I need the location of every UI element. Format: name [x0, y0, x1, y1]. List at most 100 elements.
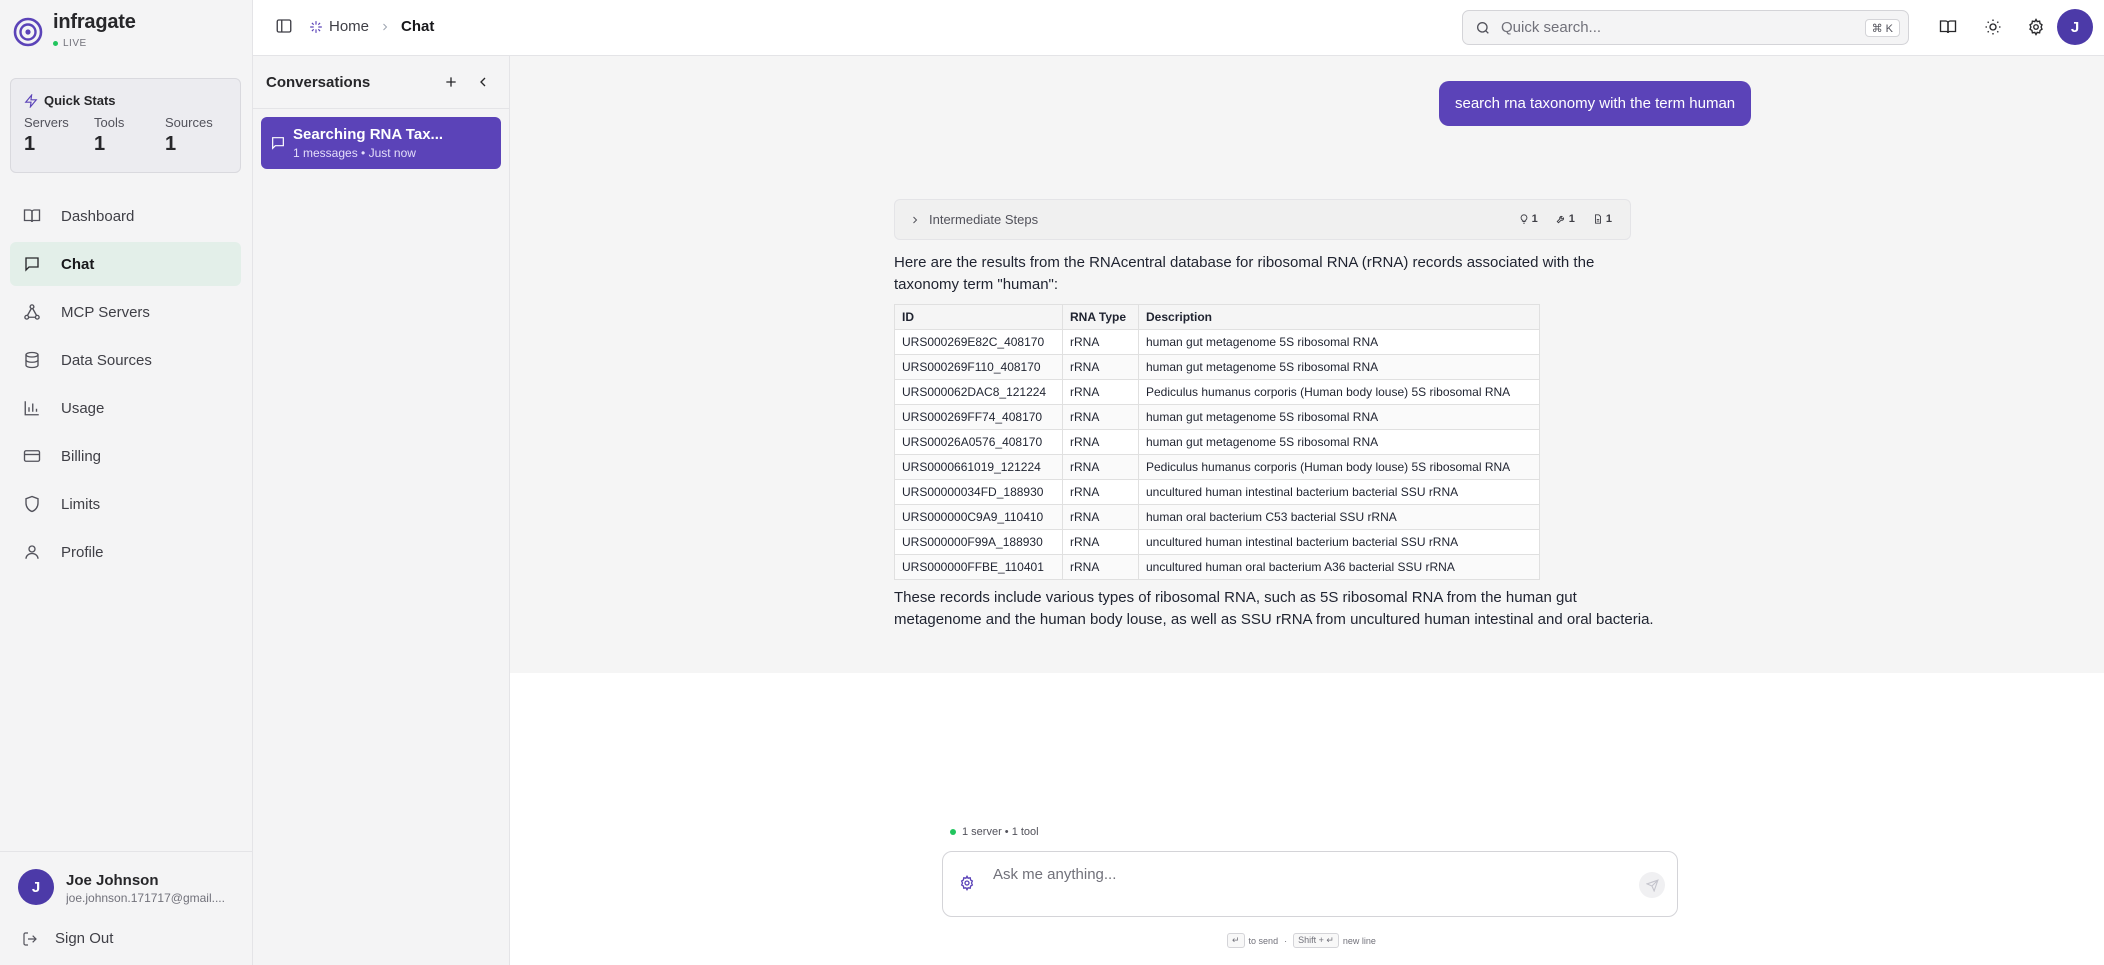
settings-button[interactable]: [2024, 15, 2048, 39]
cell-rna-type: rRNA: [1062, 354, 1139, 380]
credit-card-icon: [23, 450, 41, 462]
message-input[interactable]: [993, 866, 1593, 890]
cell-id: URS0000661019_121224: [894, 454, 1063, 480]
sidebar-item-label: Limits: [61, 495, 101, 513]
column-header-id: ID: [894, 304, 1063, 330]
assistant-intro: Here are the results from the RNAcentral…: [894, 254, 1595, 293]
conversations-panel: Conversations Searching RNA Tax... 1 mes…: [253, 56, 510, 965]
sidebar-item-data-sources[interactable]: Data Sources: [10, 338, 241, 382]
sidebar-item-label: Dashboard: [61, 207, 135, 225]
cell-id: URS000062DAC8_121224: [894, 379, 1063, 405]
cell-rna-type: rRNA: [1062, 554, 1139, 580]
badge-count: 1: [1605, 213, 1612, 225]
send-icon: [1645, 878, 1659, 892]
send-hint: to send: [1248, 935, 1279, 946]
sidebar-item-billing[interactable]: Billing: [10, 434, 241, 478]
intermediate-steps-label: Intermediate Steps: [929, 212, 1039, 227]
table-row: URS000062DAC8_121224 rRNA Pediculus huma…: [894, 379, 1540, 405]
chevron-right-icon: [913, 216, 918, 223]
cell-id: URS000000FFBE_110401: [894, 554, 1063, 580]
docs-button[interactable]: [1936, 15, 1960, 39]
newline-hint: new line: [1342, 935, 1376, 946]
cell-rna-type: rRNA: [1062, 504, 1139, 530]
composer-settings-button[interactable]: [959, 874, 975, 896]
sidebar-item-mcp-servers[interactable]: MCP Servers: [10, 290, 241, 334]
cell-id: URS00000034FD_188930: [894, 479, 1063, 505]
wrench-icon: [1556, 216, 1564, 224]
cell-rna-type: rRNA: [1062, 379, 1139, 405]
stat-value: 1: [165, 133, 177, 155]
stat-sources: Sources 1: [165, 115, 213, 156]
cell-rna-type: rRNA: [1062, 404, 1139, 430]
stat-tools: Tools 1: [94, 115, 124, 156]
brand[interactable]: infragate LIVE: [13, 11, 136, 49]
sidebar-toggle-icon: [276, 19, 292, 33]
sidebar-item-profile[interactable]: Profile: [10, 530, 241, 574]
avatar[interactable]: J: [18, 869, 54, 905]
hint-separator: ·: [1284, 935, 1288, 946]
collapse-conversations-button[interactable]: [473, 72, 493, 92]
send-button[interactable]: [1639, 872, 1665, 898]
header-avatar[interactable]: J: [2057, 9, 2093, 45]
theme-toggle-button[interactable]: [1981, 15, 2005, 39]
sparkle-icon: [310, 20, 322, 33]
database-icon: [25, 351, 39, 369]
cell-id: URS000000C9A9_110410: [894, 504, 1063, 530]
table-row: URS00000034FD_188930 rRNA uncultured hum…: [894, 479, 1540, 505]
sidebar-item-limits[interactable]: Limits: [10, 482, 241, 526]
sign-out-label: Sign Out: [55, 930, 114, 947]
cell-id: URS000269E82C_408170: [894, 329, 1063, 355]
sun-icon: [1985, 19, 2001, 35]
enter-key-hint: ↵: [1227, 933, 1245, 948]
cell-description: human oral bacterium C53 bacterial SSU r…: [1138, 504, 1540, 530]
logout-icon: [23, 931, 37, 946]
gear-icon: [960, 874, 974, 892]
chat-icon: [272, 137, 284, 150]
sidebar-item-label: MCP Servers: [61, 303, 150, 321]
sidebar: infragate LIVE Quick Stats Servers 1 Too…: [0, 0, 253, 965]
bar-chart-icon: [24, 401, 39, 416]
breadcrumb-home[interactable]: Home: [309, 18, 369, 35]
table-row: URS000269E82C_408170 rRNA human gut meta…: [894, 329, 1540, 355]
column-header-description: Description: [1138, 304, 1540, 330]
cell-description: human gut metagenome 5S ribosomal RNA: [1138, 404, 1540, 430]
quick-stats-title-text: Quick Stats: [44, 93, 116, 108]
cell-rna-type: rRNA: [1062, 479, 1139, 505]
table-row: URS0000661019_121224 rRNA Pediculus huma…: [894, 454, 1540, 480]
cell-description: human gut metagenome 5S ribosomal RNA: [1138, 354, 1540, 380]
conversation-item[interactable]: Searching RNA Tax... 1 messages • Just n…: [261, 117, 501, 169]
chat-thread: search rna taxonomy with the term human …: [510, 56, 2104, 673]
cell-rna-type: rRNA: [1062, 454, 1139, 480]
search-shortcut: ⌘ K: [1864, 19, 1900, 37]
keyboard-hints: ↵ to send · Shift + ↵ new line: [1227, 933, 1376, 948]
cell-description: human gut metagenome 5S ribosomal RNA: [1138, 429, 1540, 455]
book-icon: [23, 209, 41, 223]
gear-icon: [2029, 18, 2043, 36]
conversations-header: Conversations: [253, 56, 509, 109]
conversation-meta: 1 messages • Just now: [293, 146, 416, 160]
quick-search[interactable]: ⌘ K: [1462, 10, 1909, 45]
sidebar-toggle-button[interactable]: [275, 17, 293, 40]
user-email: joe.johnson.171717@gmail....: [66, 891, 225, 905]
user-message: search rna taxonomy with the term human: [1439, 81, 1752, 126]
sign-out-button[interactable]: Sign Out: [22, 930, 113, 947]
sidebar-item-chat[interactable]: Chat: [10, 242, 241, 286]
sidebar-item-usage[interactable]: Usage: [10, 386, 241, 430]
sidebar-nav: Dashboard Chat MCP Servers Data Sources …: [10, 194, 241, 578]
steps-badges: 1 1 1: [1501, 213, 1612, 225]
stat-value: 1: [24, 133, 36, 155]
new-conversation-button[interactable]: [441, 72, 461, 92]
sidebar-item-dashboard[interactable]: Dashboard: [10, 194, 241, 238]
table-row: URS000269FF74_408170 rRNA human gut meta…: [894, 404, 1540, 430]
stat-label: Tools: [94, 115, 125, 130]
sidebar-item-label: Usage: [61, 399, 105, 417]
brand-name: infragate: [53, 11, 136, 33]
search-input[interactable]: [1501, 19, 1841, 36]
search-icon: [1477, 21, 1489, 34]
top-header: Home Chat ⌘ K J: [253, 0, 2104, 56]
column-header-rna-type: RNA Type: [1062, 304, 1139, 330]
intermediate-steps-toggle[interactable]: Intermediate Steps 1 1 1: [894, 199, 1631, 240]
stat-label: Sources: [165, 115, 213, 130]
shield-icon: [25, 495, 39, 513]
result-count-badge: 1: [1593, 213, 1612, 225]
